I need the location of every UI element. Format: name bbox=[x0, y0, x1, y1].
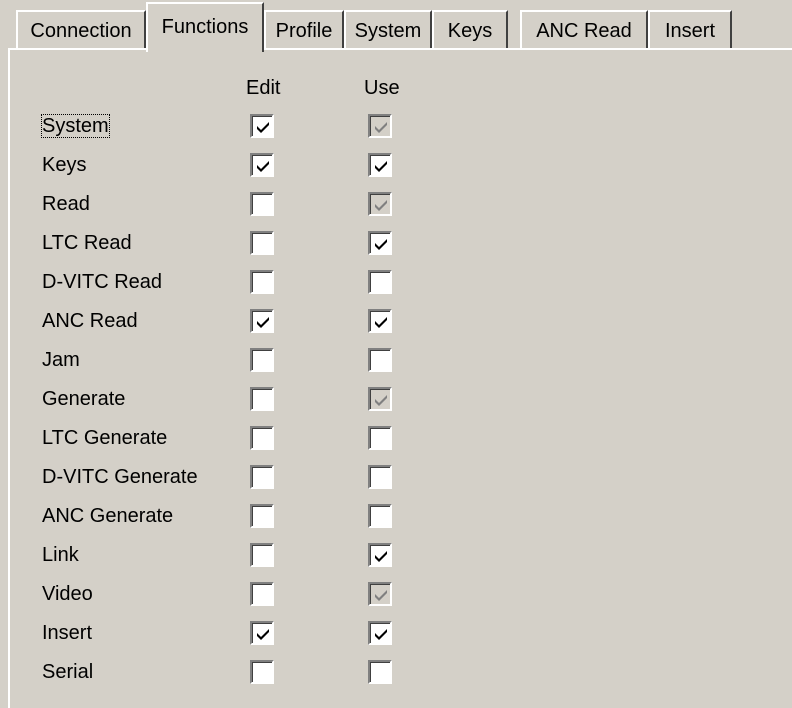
function-label-text: D-VITC Generate bbox=[42, 466, 198, 488]
function-label-ltc-generate: LTC Generate bbox=[42, 425, 167, 451]
checkmark-icon bbox=[257, 122, 269, 133]
checkmark-icon bbox=[375, 317, 387, 328]
function-label-text: Video bbox=[42, 583, 93, 605]
edit-checkbox-serial[interactable] bbox=[250, 660, 274, 684]
use-checkbox-video bbox=[368, 582, 392, 606]
function-label-text: ANC Generate bbox=[42, 505, 174, 527]
use-checkbox-d-vitc-generate[interactable] bbox=[368, 465, 392, 489]
function-label-generate: Generate bbox=[42, 386, 125, 412]
edit-checkbox-d-vitc-generate[interactable] bbox=[250, 465, 274, 489]
function-label-keys: Keys bbox=[42, 152, 86, 178]
tab-functions[interactable]: Functions bbox=[146, 2, 264, 52]
edit-checkbox-link[interactable] bbox=[250, 543, 274, 567]
checkmark-icon bbox=[257, 161, 269, 172]
edit-checkbox-keys[interactable] bbox=[250, 153, 274, 177]
checkmark-icon bbox=[375, 239, 387, 250]
functions-panel bbox=[8, 48, 792, 708]
checkmark-icon bbox=[257, 317, 269, 328]
edit-checkbox-ltc-generate[interactable] bbox=[250, 426, 274, 450]
tab-anc-read[interactable]: ANC Read bbox=[520, 10, 648, 48]
function-label-text: Link bbox=[42, 544, 79, 566]
function-label-text: System bbox=[41, 114, 110, 138]
edit-checkbox-system[interactable] bbox=[250, 114, 274, 138]
edit-checkbox-read[interactable] bbox=[250, 192, 274, 216]
function-label-read: Read bbox=[42, 191, 90, 217]
tab-system[interactable]: System bbox=[344, 10, 432, 48]
tab-insert[interactable]: Insert bbox=[648, 10, 732, 48]
function-label-link: Link bbox=[42, 542, 79, 568]
checkmark-icon bbox=[375, 590, 387, 601]
edit-checkbox-d-vitc-read[interactable] bbox=[250, 270, 274, 294]
function-label-video: Video bbox=[42, 581, 93, 607]
function-label-jam: Jam bbox=[42, 347, 80, 373]
function-label-system: System bbox=[41, 113, 110, 139]
use-checkbox-jam[interactable] bbox=[368, 348, 392, 372]
use-checkbox-link[interactable] bbox=[368, 543, 392, 567]
column-header-use: Use bbox=[364, 77, 400, 99]
checkmark-icon bbox=[375, 551, 387, 562]
edit-checkbox-jam[interactable] bbox=[250, 348, 274, 372]
edit-checkbox-video[interactable] bbox=[250, 582, 274, 606]
use-checkbox-anc-read[interactable] bbox=[368, 309, 392, 333]
function-label-text: LTC Read bbox=[42, 232, 132, 254]
checkmark-icon bbox=[375, 395, 387, 406]
function-label-anc-generate: ANC Generate bbox=[42, 503, 173, 529]
checkmark-icon bbox=[375, 629, 387, 640]
function-label-text: Insert bbox=[42, 622, 93, 644]
use-checkbox-ltc-generate[interactable] bbox=[368, 426, 392, 450]
tab-connection[interactable]: Connection bbox=[16, 10, 146, 48]
use-checkbox-read bbox=[368, 192, 392, 216]
use-checkbox-system bbox=[368, 114, 392, 138]
function-label-insert: Insert bbox=[42, 620, 92, 646]
use-checkbox-d-vitc-read[interactable] bbox=[368, 270, 392, 294]
column-header-edit: Edit bbox=[246, 77, 281, 99]
use-checkbox-insert[interactable] bbox=[368, 621, 392, 645]
function-label-serial: Serial bbox=[42, 659, 93, 685]
function-label-text: ANC Read bbox=[42, 310, 138, 332]
function-label-text: Serial bbox=[42, 661, 94, 683]
use-checkbox-generate bbox=[368, 387, 392, 411]
tab-profile[interactable]: Profile bbox=[264, 10, 344, 48]
use-checkbox-keys[interactable] bbox=[368, 153, 392, 177]
edit-checkbox-anc-read[interactable] bbox=[250, 309, 274, 333]
use-checkbox-serial[interactable] bbox=[368, 660, 392, 684]
function-label-text: D-VITC Read bbox=[42, 271, 163, 293]
use-checkbox-ltc-read[interactable] bbox=[368, 231, 392, 255]
function-label-d-vitc-generate: D-VITC Generate bbox=[42, 464, 198, 490]
function-label-text: Generate bbox=[42, 388, 126, 410]
function-label-ltc-read: LTC Read bbox=[42, 230, 132, 256]
function-label-anc-read: ANC Read bbox=[42, 308, 138, 334]
function-label-text: Keys bbox=[42, 154, 87, 176]
function-label-text: Read bbox=[42, 193, 90, 215]
tab-strip: Connection Functions Profile System Keys… bbox=[0, 0, 792, 52]
edit-checkbox-ltc-read[interactable] bbox=[250, 231, 274, 255]
checkmark-icon bbox=[375, 200, 387, 211]
edit-checkbox-generate[interactable] bbox=[250, 387, 274, 411]
tab-keys[interactable]: Keys bbox=[432, 10, 508, 48]
checkmark-icon bbox=[375, 161, 387, 172]
edit-checkbox-anc-generate[interactable] bbox=[250, 504, 274, 528]
checkmark-icon bbox=[257, 629, 269, 640]
edit-checkbox-insert[interactable] bbox=[250, 621, 274, 645]
function-label-d-vitc-read: D-VITC Read bbox=[42, 269, 162, 295]
function-label-text: LTC Generate bbox=[42, 427, 168, 449]
function-label-text: Jam bbox=[42, 349, 80, 371]
use-checkbox-anc-generate[interactable] bbox=[368, 504, 392, 528]
checkmark-icon bbox=[375, 122, 387, 133]
